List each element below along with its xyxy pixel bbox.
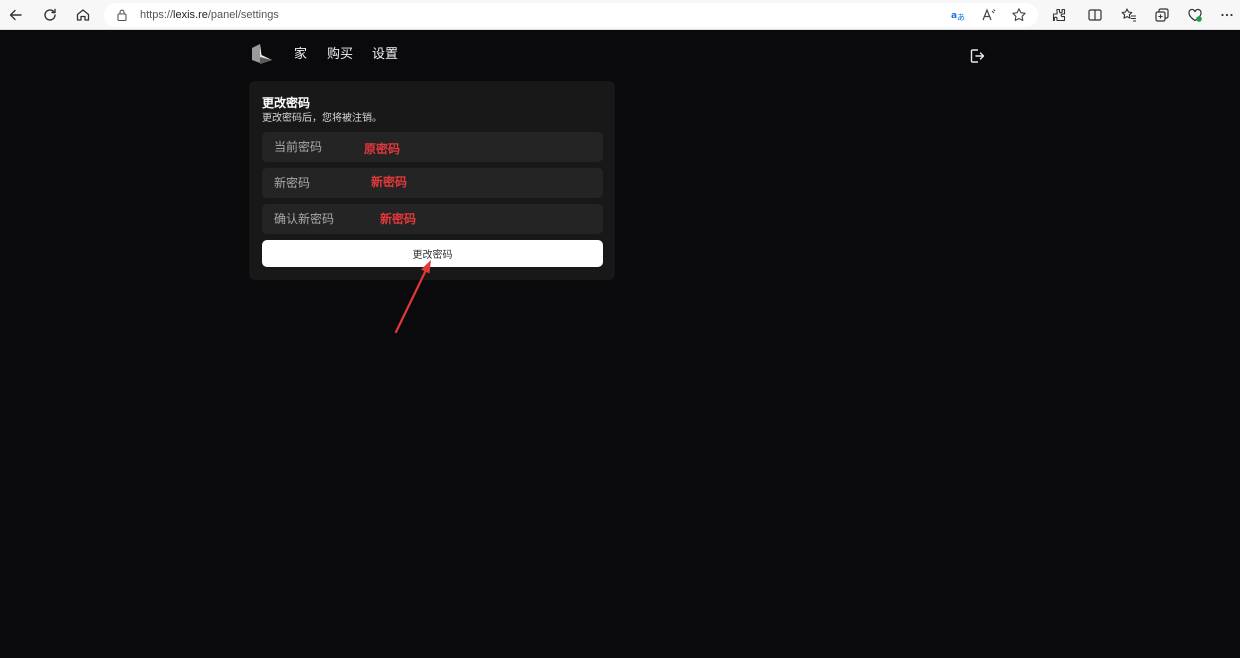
nav-settings[interactable]: 设置 <box>372 46 398 64</box>
annotation-original-password: 原密码 <box>364 142 401 156</box>
annotation-new-password: 新密码 <box>371 175 408 189</box>
current-password-field[interactable]: 当前密码 <box>262 132 603 162</box>
svg-text:あ: あ <box>957 13 965 22</box>
read-aloud-icon[interactable] <box>980 6 998 24</box>
more-options-icon[interactable] <box>1215 3 1239 27</box>
nav-buy[interactable]: 购买 <box>327 46 353 64</box>
back-icon[interactable] <box>4 3 28 27</box>
current-password-placeholder: 当前密码 <box>274 140 323 154</box>
home-icon[interactable] <box>71 3 95 27</box>
confirm-password-placeholder: 确认新密码 <box>274 212 335 226</box>
collections-icon[interactable] <box>1150 3 1174 27</box>
logout-icon[interactable] <box>968 47 986 65</box>
url-host: lexis.re <box>173 9 208 21</box>
extensions-icon[interactable] <box>1047 3 1071 27</box>
annotation-arrow <box>394 260 431 334</box>
browser-toolbar: https://lexis.re/panel/settings aあ <box>0 0 1240 30</box>
new-password-field[interactable]: 新密码 <box>262 168 603 198</box>
translate-icon[interactable]: aあ <box>950 6 968 24</box>
annotation-confirm-new-password: 新密码 <box>380 212 417 226</box>
url-path: /panel/settings <box>207 9 279 21</box>
browser-essentials-icon[interactable] <box>1183 3 1207 27</box>
card-subtitle: 更改密码后，您将被注销。 <box>262 113 382 124</box>
favorite-star-icon[interactable] <box>1010 6 1028 24</box>
confirm-password-field[interactable]: 确认新密码 <box>262 204 603 234</box>
nav-home[interactable]: 家 <box>294 46 307 64</box>
site-logo[interactable] <box>250 43 274 67</box>
card-title: 更改密码 <box>262 96 311 110</box>
address-url: https://lexis.re/panel/settings <box>140 8 279 22</box>
new-password-placeholder: 新密码 <box>274 176 311 190</box>
favorites-icon[interactable] <box>1117 3 1141 27</box>
lock-icon[interactable] <box>116 8 128 22</box>
split-screen-icon[interactable] <box>1083 3 1107 27</box>
url-scheme: https:// <box>140 9 174 21</box>
address-bar[interactable]: https://lexis.re/panel/settings aあ <box>104 3 1038 27</box>
refresh-icon[interactable] <box>38 3 62 27</box>
